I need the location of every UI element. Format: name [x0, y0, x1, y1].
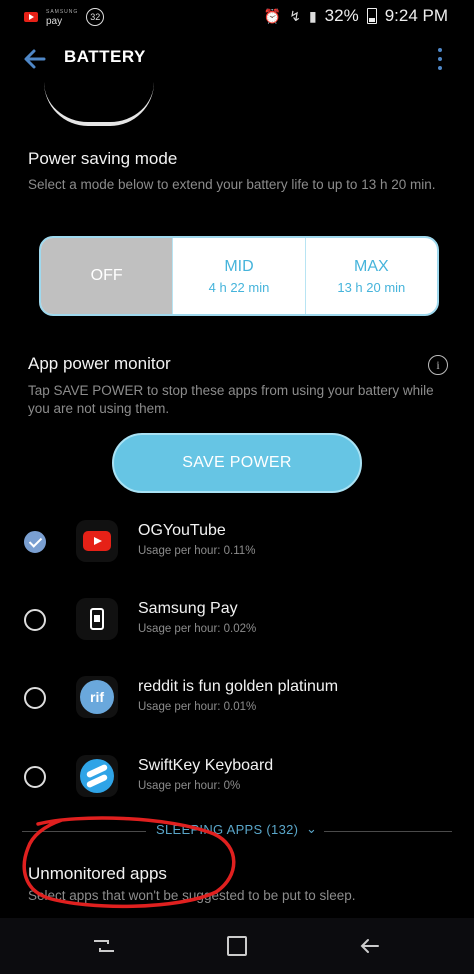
app-checkbox[interactable]	[24, 766, 46, 788]
mode-mid-time: 4 h 22 min	[208, 279, 270, 295]
battery-icon	[366, 8, 377, 24]
recent-apps-icon[interactable]	[86, 930, 122, 962]
app-icon-container	[76, 520, 118, 562]
app-row-swiftkey[interactable]: SwiftKey Keyboard Usage per hour: 0%	[0, 749, 474, 809]
app-checkbox[interactable]	[24, 531, 46, 553]
power-saving-description: Select a mode below to extend your batte…	[28, 177, 436, 192]
navigation-bar	[0, 918, 474, 974]
more-options-icon[interactable]	[436, 46, 444, 72]
app-usage: Usage per hour: 0.02%	[138, 623, 257, 635]
app-usage: Usage per hour: 0%	[138, 780, 241, 792]
status-right: ⏰ ↯ ▮ 32% 9:24 PM	[264, 6, 448, 26]
battery-gauge-arc	[44, 82, 154, 126]
app-name: Samsung Pay	[138, 600, 238, 617]
app-row-reddit-is-fun[interactable]: rif reddit is fun golden platinum Usage …	[0, 670, 474, 730]
app-icon-container: rif	[76, 676, 118, 718]
mode-max-label: MAX	[353, 257, 389, 275]
app-name: reddit is fun golden platinum	[138, 678, 339, 695]
alarm-icon: ⏰	[263, 7, 282, 24]
mode-off-label: OFF	[90, 267, 123, 284]
app-row-samsung-pay[interactable]: Samsung Pay Usage per hour: 0.02%	[0, 592, 474, 652]
status-left: SAMSUNG pay 32	[24, 7, 105, 27]
home-icon[interactable]	[219, 930, 255, 962]
app-name: SwiftKey Keyboard	[138, 757, 274, 774]
power-mode-selector: OFF MID 4 h 22 min MAX 13 h 20 min	[39, 236, 439, 316]
youtube-notification-icon	[24, 12, 38, 22]
youtube-icon	[83, 531, 111, 551]
app-power-monitor-description: Tap SAVE POWER to stop these apps from u…	[28, 383, 434, 416]
app-checkbox[interactable]	[24, 687, 46, 709]
page-title: BATTERY	[64, 47, 146, 66]
rif-icon: rif	[80, 680, 114, 714]
info-icon[interactable]: i	[428, 355, 448, 375]
app-usage: Usage per hour: 0.11%	[138, 545, 256, 557]
app-power-monitor-title: App power monitor	[28, 354, 171, 373]
data-saver-icon: ↯	[289, 7, 301, 24]
samsung-pay-icon: SAMSUNG pay	[46, 7, 78, 27]
chevron-down-icon: ⌄	[306, 821, 317, 836]
battery-percent: 32%	[324, 6, 359, 25]
clock: 9:24 PM	[384, 6, 448, 25]
app-icon-container	[76, 755, 118, 797]
back-nav-icon[interactable]	[352, 930, 388, 962]
samsung-pay-app-icon	[90, 608, 104, 630]
swiftkey-icon	[80, 759, 114, 793]
red-annotation-circle	[22, 816, 236, 909]
status-bar: SAMSUNG pay 32 ⏰ ↯ ▮ 32% 9:24 PM	[0, 0, 474, 32]
app-row-ogyoutube[interactable]: OGYouTube Usage per hour: 0.11%	[0, 514, 474, 574]
save-power-button[interactable]: SAVE POWER	[112, 433, 362, 493]
pay-label: pay	[46, 16, 63, 27]
mode-max-time: 13 h 20 min	[337, 279, 406, 295]
app-icon-container	[76, 598, 118, 640]
power-saving-title: Power saving mode	[28, 149, 178, 168]
mode-max-button[interactable]: MAX 13 h 20 min	[306, 238, 437, 314]
notification-count-badge: 32	[86, 8, 105, 26]
back-arrow-icon[interactable]	[20, 44, 50, 74]
signal-icon: ▮	[308, 7, 317, 24]
mode-mid-label: MID	[224, 257, 254, 275]
app-name: OGYouTube	[138, 522, 226, 539]
mode-off-button[interactable]: OFF	[41, 238, 174, 314]
app-usage: Usage per hour: 0.01%	[138, 701, 257, 713]
mode-mid-button[interactable]: MID 4 h 22 min	[173, 238, 306, 314]
app-bar: BATTERY	[0, 32, 474, 126]
app-checkbox[interactable]	[24, 609, 46, 631]
divider-right	[324, 831, 452, 832]
